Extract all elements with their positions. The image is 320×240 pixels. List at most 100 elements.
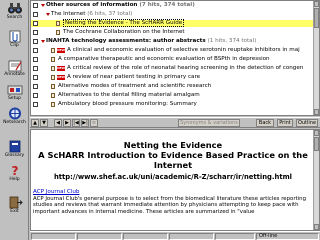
tree-row-label: INAHTA technology assessments: author ab… xyxy=(46,38,206,44)
tree-row-folder[interactable]: Other sources of information (7 hits, 37… xyxy=(31,2,315,9)
results-tree-pane: Other sources of information (7 hits, 37… xyxy=(30,0,320,116)
status-cell xyxy=(77,233,122,240)
tree-row-label: Alternatives to the dental filling mater… xyxy=(58,92,200,98)
section-link[interactable]: ACP Journal Club xyxy=(33,189,313,196)
status-cell xyxy=(215,233,255,240)
binoculars-icon xyxy=(7,2,23,15)
document-icon xyxy=(56,21,60,26)
synonyms-search-field[interactable]: Synonyms & variations xyxy=(178,119,240,127)
annotate-icon xyxy=(7,59,23,72)
tree-row-label: A comparative therapeutic and economic e… xyxy=(58,56,270,62)
outline-button[interactable]: Outline xyxy=(296,119,318,127)
scroll-thumb[interactable] xyxy=(314,137,319,151)
tree-row-document[interactable]: A comparative therapeutic and economic e… xyxy=(31,56,315,63)
tree-row-document[interactable]: Alternative modes of treatment and scien… xyxy=(31,83,315,90)
document-icon xyxy=(51,75,55,80)
tree-row-label: A critical review of the role of neonata… xyxy=(67,65,304,71)
new-badge-icon: NEW xyxy=(57,66,65,71)
paperclip-icon xyxy=(7,30,23,43)
row-checkbox[interactable] xyxy=(33,84,38,89)
first-hit-button[interactable]: |◀ xyxy=(72,119,80,127)
tree-row-label: The Cochrane Collaboration on the Intern… xyxy=(63,29,185,35)
document-icon xyxy=(51,93,55,98)
row-checkbox[interactable] xyxy=(33,93,38,98)
glossary-icon xyxy=(7,140,23,153)
print-button[interactable]: Print xyxy=(277,119,293,127)
viewer-scrollbar[interactable] xyxy=(313,130,319,230)
document-viewer: Netting the Evidence A ScHARR Introducti… xyxy=(30,129,320,231)
document-icon xyxy=(56,30,60,35)
tree-row-label: Netting the Evidence - The ScHARR Guide xyxy=(63,19,185,27)
netsearch-tool-label: Netsearch xyxy=(3,120,26,125)
annotate-tool-button[interactable]: Annotate xyxy=(2,59,27,82)
row-checkbox[interactable] xyxy=(33,48,38,53)
row-checkbox[interactable] xyxy=(33,12,38,17)
exit-icon xyxy=(7,196,23,209)
setup-tool-button[interactable]: Setup xyxy=(2,83,27,106)
collapse-arrow-icon[interactable] xyxy=(41,4,45,7)
scroll-up-icon[interactable] xyxy=(314,130,319,136)
tree-row-folder[interactable]: The Internet (6 hits, 37 total) xyxy=(31,11,315,18)
tree-row-document[interactable]: NEW A review of near patient testing in … xyxy=(31,74,315,81)
back-button[interactable]: Back xyxy=(256,119,274,127)
exit-tool-label: Exit xyxy=(10,209,19,214)
help-tool-button[interactable]: ? Help xyxy=(2,164,27,187)
netsearch-icon xyxy=(7,107,23,120)
status-bar: Off-line xyxy=(30,231,320,240)
up-arrow-button[interactable]: ▲ xyxy=(31,119,39,127)
setup-icon xyxy=(7,83,23,96)
clip-tool-label: Clip xyxy=(10,43,19,48)
tree-row-document[interactable]: NEW A critical review of the role of neo… xyxy=(31,65,315,72)
results-tree: Other sources of information (7 hits, 37… xyxy=(31,1,315,115)
annotate-tool-label: Annotate xyxy=(4,72,25,77)
tree-row-label: A review of near patient testing in prim… xyxy=(67,74,201,80)
down-arrow-button[interactable]: ▼ xyxy=(40,119,48,127)
glossary-tool-button[interactable]: Glossary xyxy=(2,140,27,163)
status-cell xyxy=(123,233,168,240)
scroll-down-icon[interactable] xyxy=(314,109,319,115)
row-checkbox[interactable] xyxy=(33,57,38,62)
help-tool-label: Help xyxy=(9,177,20,182)
scroll-thumb[interactable] xyxy=(314,8,319,28)
search-tool-label: Search xyxy=(6,15,23,20)
row-checkbox[interactable] xyxy=(33,30,38,35)
scroll-up-icon[interactable] xyxy=(314,1,319,7)
netsearch-tool-button[interactable]: Netsearch xyxy=(2,107,27,130)
row-checkbox[interactable] xyxy=(33,66,38,71)
row-checkbox[interactable] xyxy=(33,3,38,8)
tree-row-document[interactable]: NEW A clinical and economic evaluation o… xyxy=(31,47,315,54)
next-hit-button[interactable]: ▶ xyxy=(63,119,71,127)
clip-tool-button[interactable]: Clip xyxy=(2,30,27,53)
collapse-arrow-icon[interactable] xyxy=(41,40,45,43)
document-icon xyxy=(51,66,55,71)
tree-row-document[interactable]: Ambulatory blood pressure monitoring: Su… xyxy=(31,101,315,108)
status-cell xyxy=(31,233,76,240)
row-checkbox[interactable] xyxy=(33,102,38,107)
document-url: http://www.shef.ac.uk/uni/academic/R-Z/s… xyxy=(53,173,293,181)
document-icon xyxy=(51,102,55,107)
search-tool-button[interactable]: Search xyxy=(2,2,27,25)
exit-tool-button[interactable]: Exit xyxy=(2,196,27,219)
hit-count: (7 hits, 374 total) xyxy=(139,2,195,8)
document-icon xyxy=(51,57,55,62)
scroll-down-icon[interactable] xyxy=(314,224,319,230)
hit-count: (1 hits, 374 total) xyxy=(207,38,257,44)
tree-row-folder[interactable]: INAHTA technology assessments: author ab… xyxy=(31,38,315,45)
viewer-toolbar: ▲ ▼ ◀ ▶ |◀ ▶| ≡ Synonyms & variations Ba… xyxy=(30,117,320,128)
setup-tool-label: Setup xyxy=(7,96,22,101)
tree-row-document[interactable]: The Cochrane Collaboration on the Intern… xyxy=(31,29,315,36)
document-icon xyxy=(51,84,55,89)
tree-scrollbar[interactable] xyxy=(313,1,319,115)
previous-hit-button[interactable]: ◀ xyxy=(54,119,62,127)
collapse-arrow-icon[interactable] xyxy=(46,13,50,16)
hit-list-button[interactable]: ≡ xyxy=(90,119,98,127)
last-hit-button[interactable]: ▶| xyxy=(81,119,89,127)
new-badge-icon: NEW xyxy=(57,48,65,53)
connection-status: Off-line xyxy=(256,233,319,240)
row-checkbox[interactable] xyxy=(33,75,38,80)
tree-row-document-selected[interactable]: Netting the Evidence - The ScHARR Guide xyxy=(31,19,315,27)
svg-text:?: ? xyxy=(11,164,18,177)
row-checkbox[interactable] xyxy=(33,39,38,44)
tree-row-document[interactable]: Alternatives to the dental filling mater… xyxy=(31,92,315,99)
row-checkbox[interactable] xyxy=(33,21,38,26)
